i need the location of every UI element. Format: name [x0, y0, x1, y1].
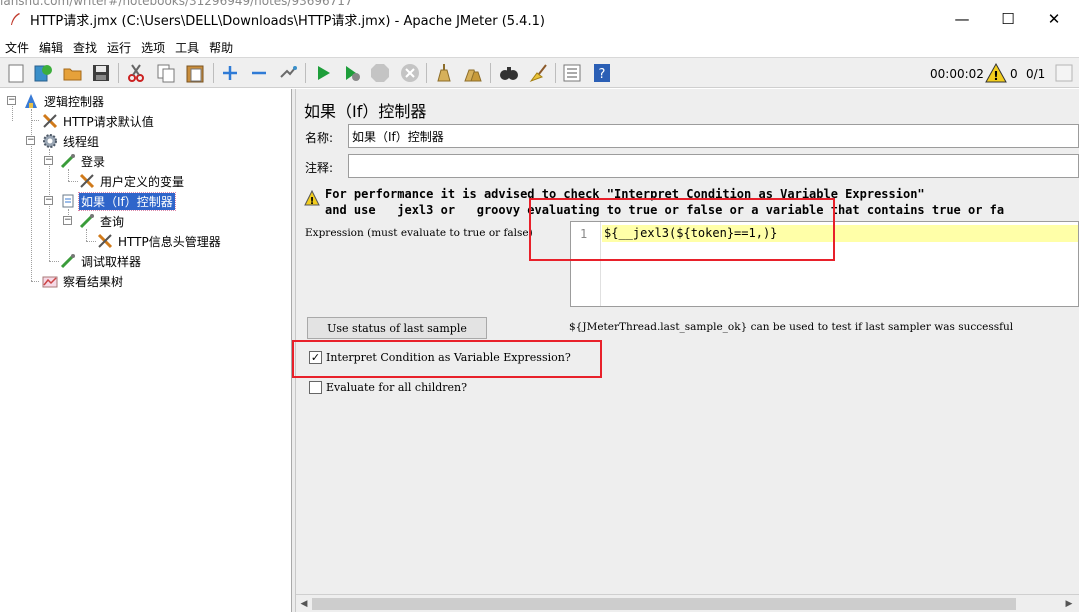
warning-count: 0 [1010, 66, 1018, 81]
tree-toggle-login[interactable]: − [44, 156, 53, 165]
tree-item-label: 如果（If）控制器 [78, 191, 176, 211]
menu-search[interactable]: 查找 [68, 39, 102, 56]
toolbar: ? 00:00:02 ! 0 0/1 [0, 57, 1079, 88]
sampler-icon [59, 252, 77, 270]
stop-icon[interactable] [368, 61, 392, 85]
tree-item-label: 逻辑控制器 [44, 94, 105, 109]
gear-icon [41, 132, 59, 150]
comment-field[interactable] [348, 154, 1079, 178]
elapsed-timer: 00:00:02 [930, 66, 984, 81]
interpret-condition-highlight-box [292, 340, 602, 378]
tree-item-debug-sampler[interactable]: 调试取样器 [59, 252, 143, 270]
tree-item-label: 查询 [100, 214, 125, 229]
warning-icon: ! [304, 189, 320, 209]
tree-item-query[interactable]: 查询 [78, 212, 126, 230]
menu-file[interactable]: 文件 [0, 39, 34, 56]
tree-item-label: 线程组 [63, 134, 100, 149]
tree-item-label: HTTP请求默认值 [63, 114, 154, 129]
minimize-button[interactable]: — [939, 0, 985, 38]
clear-icon[interactable] [432, 61, 456, 85]
test-plan-tree: − − − − − 逻辑控制器 HTTP请求默认值 线程组 登录 用户定义的变量 [0, 89, 292, 612]
name-field[interactable]: 如果（If）控制器 [348, 124, 1079, 148]
evaluate-all-children-label: Evaluate for all children? [326, 381, 468, 394]
start-icon[interactable] [311, 61, 335, 85]
window-title: HTTP请求.jmx (C:\Users\DELL\Downloads\HTTP… [30, 13, 545, 29]
tree-item-header-manager[interactable]: HTTP信息头管理器 [96, 232, 223, 250]
tree-item-logic-controller[interactable]: 逻辑控制器 [22, 92, 106, 110]
comment-label: 注释: [305, 161, 334, 175]
scroll-right-icon[interactable]: ▶ [1062, 597, 1076, 611]
toggle-icon[interactable] [276, 61, 300, 85]
search-icon[interactable] [497, 61, 521, 85]
wrench-icon [41, 112, 59, 130]
tree-item-label: 调试取样器 [81, 254, 142, 269]
name-label: 名称: [305, 131, 334, 145]
panel-title: 如果（If）控制器 [304, 102, 427, 121]
scroll-left-icon[interactable]: ◀ [297, 597, 311, 611]
tree-item-label: 登录 [81, 154, 106, 169]
tree-item-login[interactable]: 登录 [59, 152, 107, 170]
open-icon[interactable] [61, 61, 85, 85]
templates-icon[interactable] [31, 61, 55, 85]
reset-search-icon[interactable] [526, 61, 550, 85]
paste-icon[interactable] [183, 61, 207, 85]
thread-count: 0/1 [1026, 66, 1046, 81]
test-plan-icon [22, 92, 40, 110]
expand-icon[interactable] [218, 61, 242, 85]
svg-text:!: ! [993, 69, 998, 83]
menu-bar: 文件 编辑 查找 运行 选项 工具 帮助 [0, 38, 1079, 56]
scroll-thumb[interactable] [312, 598, 1016, 610]
tree-item-label: 察看结果树 [63, 274, 124, 289]
menu-edit[interactable]: 编辑 [34, 39, 68, 56]
status-indicator-icon [1052, 61, 1076, 85]
tree-item-results-tree[interactable]: 察看结果树 [41, 272, 125, 290]
horizontal-scrollbar[interactable]: ◀ ▶ [296, 594, 1079, 612]
tree-item-thread-group[interactable]: 线程组 [41, 132, 101, 150]
help-icon[interactable]: ? [590, 61, 614, 85]
use-status-button[interactable]: Use status of last sample [307, 317, 487, 339]
tree-item-if-controller[interactable]: 如果（If）控制器 [59, 191, 176, 211]
new-icon[interactable] [4, 61, 28, 85]
controller-icon [59, 192, 77, 210]
shutdown-icon[interactable] [398, 61, 422, 85]
cut-icon[interactable] [124, 61, 148, 85]
close-button[interactable]: ✕ [1031, 0, 1077, 38]
tree-toggle-thread-group[interactable]: − [26, 136, 35, 145]
expression-label: Expression (must evaluate to true or fal… [305, 227, 533, 239]
menu-help[interactable]: 帮助 [204, 39, 238, 56]
jmeter-feather-icon [8, 12, 22, 26]
menu-run[interactable]: 运行 [102, 39, 136, 56]
start-no-pauses-icon[interactable] [340, 61, 364, 85]
save-icon[interactable] [89, 61, 113, 85]
sampler-icon [59, 152, 77, 170]
sampler-icon [78, 212, 96, 230]
menu-tools[interactable]: 工具 [170, 39, 204, 56]
wrench-icon [78, 172, 96, 190]
tree-item-label: 用户定义的变量 [100, 174, 185, 189]
last-sample-hint: ${JMeterThread.last_sample_ok} can be us… [569, 321, 1014, 333]
chart-icon [41, 272, 59, 290]
wrench-icon [96, 232, 114, 250]
url-overlay-text: ianshu.com/writer#/notebooks/31296949/no… [0, 0, 353, 8]
evaluate-all-children-checkbox[interactable] [309, 381, 322, 394]
svg-text:?: ? [599, 67, 606, 82]
warning-icon[interactable]: ! [984, 61, 1008, 85]
copy-icon[interactable] [154, 61, 178, 85]
menu-options[interactable]: 选项 [136, 39, 170, 56]
tree-toggle-query[interactable]: − [63, 216, 72, 225]
svg-text:!: ! [310, 196, 315, 206]
function-helper-icon[interactable] [560, 61, 584, 85]
tree-toggle-if-controller[interactable]: − [44, 196, 53, 205]
expression-highlight-box [529, 198, 835, 261]
tree-toggle-root[interactable]: − [7, 96, 16, 105]
tree-item-user-variables[interactable]: 用户定义的变量 [78, 172, 186, 190]
tree-item-http-defaults[interactable]: HTTP请求默认值 [41, 112, 156, 130]
clear-all-icon[interactable] [461, 61, 485, 85]
collapse-icon[interactable] [247, 61, 271, 85]
maximize-button[interactable]: ☐ [985, 0, 1031, 38]
tree-item-label: HTTP信息头管理器 [118, 234, 221, 249]
if-controller-panel: 如果（If）控制器 名称: 如果（If）控制器 注释: ! For perfor… [292, 89, 1079, 612]
